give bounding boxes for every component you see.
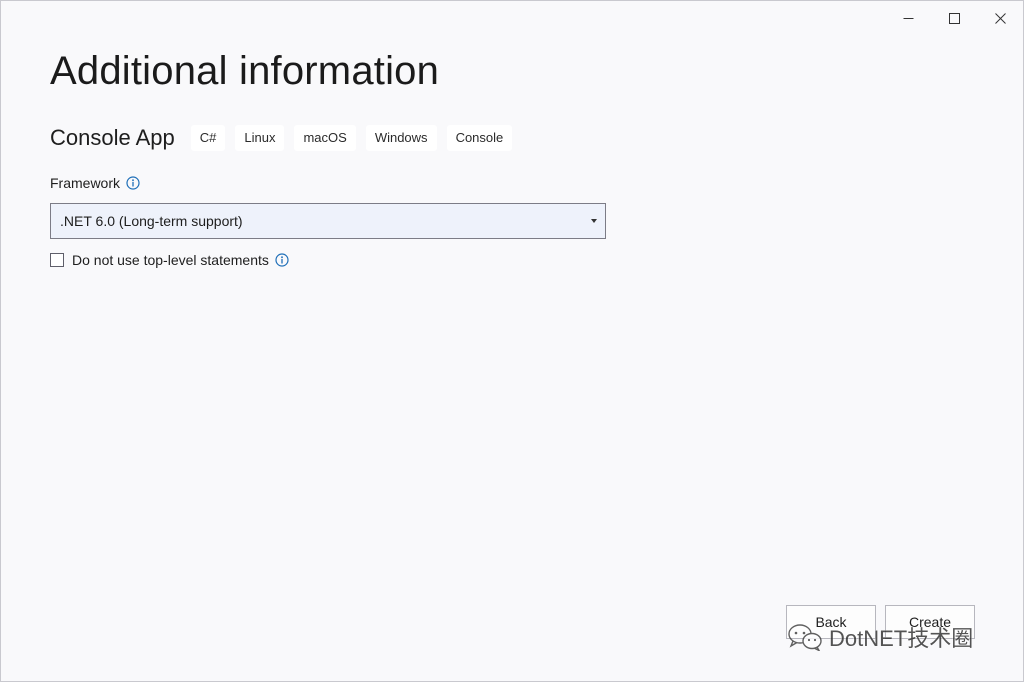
maximize-button[interactable] bbox=[931, 1, 977, 35]
framework-selected-value: .NET 6.0 (Long-term support) bbox=[60, 213, 243, 229]
dialog-window: Additional information Console App C# Li… bbox=[0, 0, 1024, 682]
top-level-statements-info-icon[interactable] bbox=[275, 253, 289, 267]
template-tags: C# Linux macOS Windows Console bbox=[190, 125, 513, 151]
template-name: Console App bbox=[50, 125, 175, 150]
back-button[interactable]: Back bbox=[786, 605, 876, 639]
page-title: Additional information bbox=[50, 49, 440, 93]
framework-label-row: Framework bbox=[50, 175, 140, 191]
top-level-statements-checkbox[interactable] bbox=[50, 253, 64, 267]
tag-platform-windows: Windows bbox=[365, 125, 437, 151]
framework-info-icon[interactable] bbox=[126, 176, 140, 190]
tag-project-type: Console bbox=[446, 125, 513, 151]
minimize-button[interactable] bbox=[885, 1, 931, 35]
tag-language: C# bbox=[190, 125, 226, 151]
framework-label: Framework bbox=[50, 175, 121, 191]
close-icon bbox=[994, 12, 1006, 24]
close-button[interactable] bbox=[977, 1, 1023, 35]
dropdown-arrow-icon bbox=[586, 213, 602, 229]
window-controls bbox=[885, 1, 1023, 35]
top-level-statements-label[interactable]: Do not use top-level statements bbox=[72, 252, 269, 268]
tag-platform-macos: macOS bbox=[294, 125, 356, 151]
maximize-icon bbox=[948, 12, 960, 24]
minimize-icon bbox=[903, 17, 913, 19]
tag-platform-linux: Linux bbox=[235, 125, 285, 151]
create-button[interactable]: Create bbox=[885, 605, 975, 639]
framework-select[interactable]: .NET 6.0 (Long-term support) bbox=[50, 203, 606, 239]
template-summary: Console App C# Linux macOS Windows Conso… bbox=[50, 125, 513, 151]
top-level-statements-row: Do not use top-level statements bbox=[50, 252, 289, 268]
